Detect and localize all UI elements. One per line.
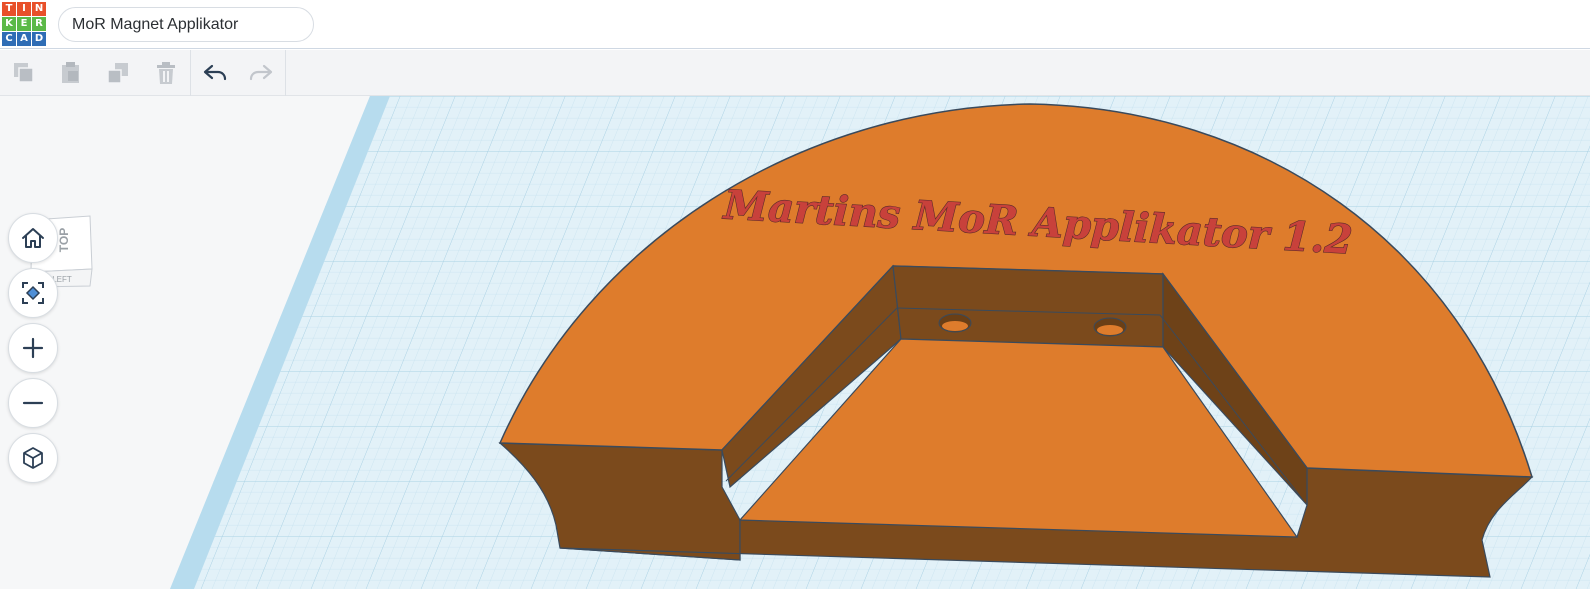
logo-letter: K [2,17,16,31]
duplicate-button[interactable] [101,56,135,90]
logo-letter: C [2,32,16,46]
logo-letter: N [32,2,46,16]
view-cube-top-label[interactable]: TOP [57,228,71,252]
undo-icon [203,64,227,81]
title-bar: T I N K E R C A D [0,0,1590,49]
pocket-back-wall [892,265,1164,348]
edit-toolbar [0,50,1590,96]
copy-button[interactable] [7,56,41,90]
delete-button[interactable] [149,56,183,90]
undo-button[interactable] [198,56,232,90]
zoom-out-icon [22,401,44,405]
home-view-button[interactable] [8,213,58,263]
logo-letter: D [32,32,46,46]
toolbar-separator [190,50,191,96]
design-name-input[interactable] [58,7,314,42]
fit-view-icon [22,282,44,304]
paste-button[interactable] [54,56,88,90]
delete-icon [157,62,175,84]
zoom-in-button[interactable] [8,323,58,373]
perspective-toggle-button[interactable] [8,433,58,483]
paste-icon [62,62,79,83]
home-icon [22,228,44,248]
zoom-in-icon [22,337,44,359]
workspace[interactable]: Martins MoR Applikator 1.2 TOP LEFT [0,96,1590,589]
perspective-icon [23,447,43,469]
logo-letter: R [32,17,46,31]
logo-letter: A [17,32,31,46]
fit-view-button[interactable] [8,268,58,318]
redo-icon [249,64,273,81]
tinkercad-logo[interactable]: T I N K E R C A D [2,2,46,46]
zoom-out-button[interactable] [8,378,58,428]
copy-icon [14,63,34,83]
redo-button[interactable] [244,56,278,90]
toolbar-separator [285,50,286,96]
logo-letter: E [17,17,31,31]
duplicate-icon [107,63,128,84]
logo-letter: I [17,2,31,16]
3d-scene[interactable]: Martins MoR Applikator 1.2 [0,96,1590,589]
logo-letter: T [2,2,16,16]
